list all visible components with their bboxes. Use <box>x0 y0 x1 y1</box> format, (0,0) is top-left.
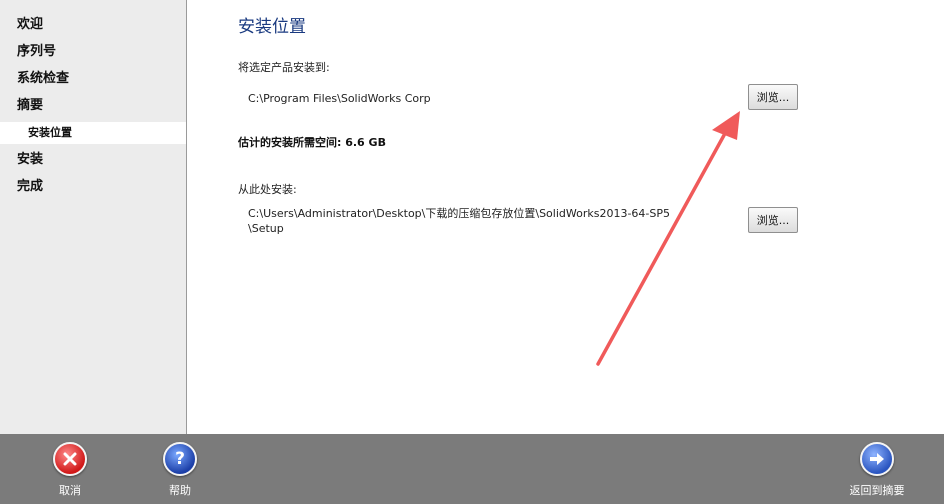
back-to-summary-button[interactable]: 返回到摘要 <box>842 442 912 498</box>
sidebar-item-welcome[interactable]: 欢迎 <box>17 16 43 34</box>
bottom-bar: 取消 ? 帮助 返回到摘要 <box>0 434 944 504</box>
sidebar: 欢迎 序列号 系统检查 摘要 安装位置 安装 完成 <box>0 0 187 434</box>
install-path-value: C:\Program Files\SolidWorks Corp <box>248 92 431 105</box>
sidebar-item-finish[interactable]: 完成 <box>17 178 43 196</box>
help-question-icon: ? <box>163 442 197 476</box>
sidebar-item-system-check[interactable]: 系统检查 <box>17 70 69 88</box>
cancel-x-icon <box>53 442 87 476</box>
main-panel: 安装位置 将选定产品安装到: C:\Program Files\SolidWor… <box>187 0 944 434</box>
arrow-right-icon <box>860 442 894 476</box>
cancel-label: 取消 <box>59 484 81 497</box>
help-button[interactable]: ? 帮助 <box>160 442 200 498</box>
sidebar-item-install-location[interactable]: 安装位置 <box>0 122 186 144</box>
back-to-summary-label: 返回到摘要 <box>849 484 905 497</box>
source-path-line1: C:\Users\Administrator\Desktop\下载的压缩包存放位… <box>248 207 671 220</box>
browse-install-path-button[interactable]: 浏览... <box>748 84 798 110</box>
sidebar-item-install[interactable]: 安装 <box>17 151 43 169</box>
source-path-line2: \Setup <box>248 222 284 235</box>
install-to-label: 将选定产品安装到: <box>238 61 330 74</box>
page-title: 安装位置 <box>238 17 306 37</box>
sidebar-item-summary[interactable]: 摘要 <box>17 97 43 115</box>
sidebar-item-label: 安装位置 <box>28 126 72 139</box>
help-label: 帮助 <box>169 484 191 497</box>
browse-source-path-button[interactable]: 浏览... <box>748 207 798 233</box>
space-required-text: 估计的安装所需空间: 6.6 GB <box>238 136 386 149</box>
install-from-label: 从此处安装: <box>238 183 297 196</box>
sidebar-item-serial[interactable]: 序列号 <box>17 43 56 61</box>
cancel-button[interactable]: 取消 <box>50 442 90 498</box>
